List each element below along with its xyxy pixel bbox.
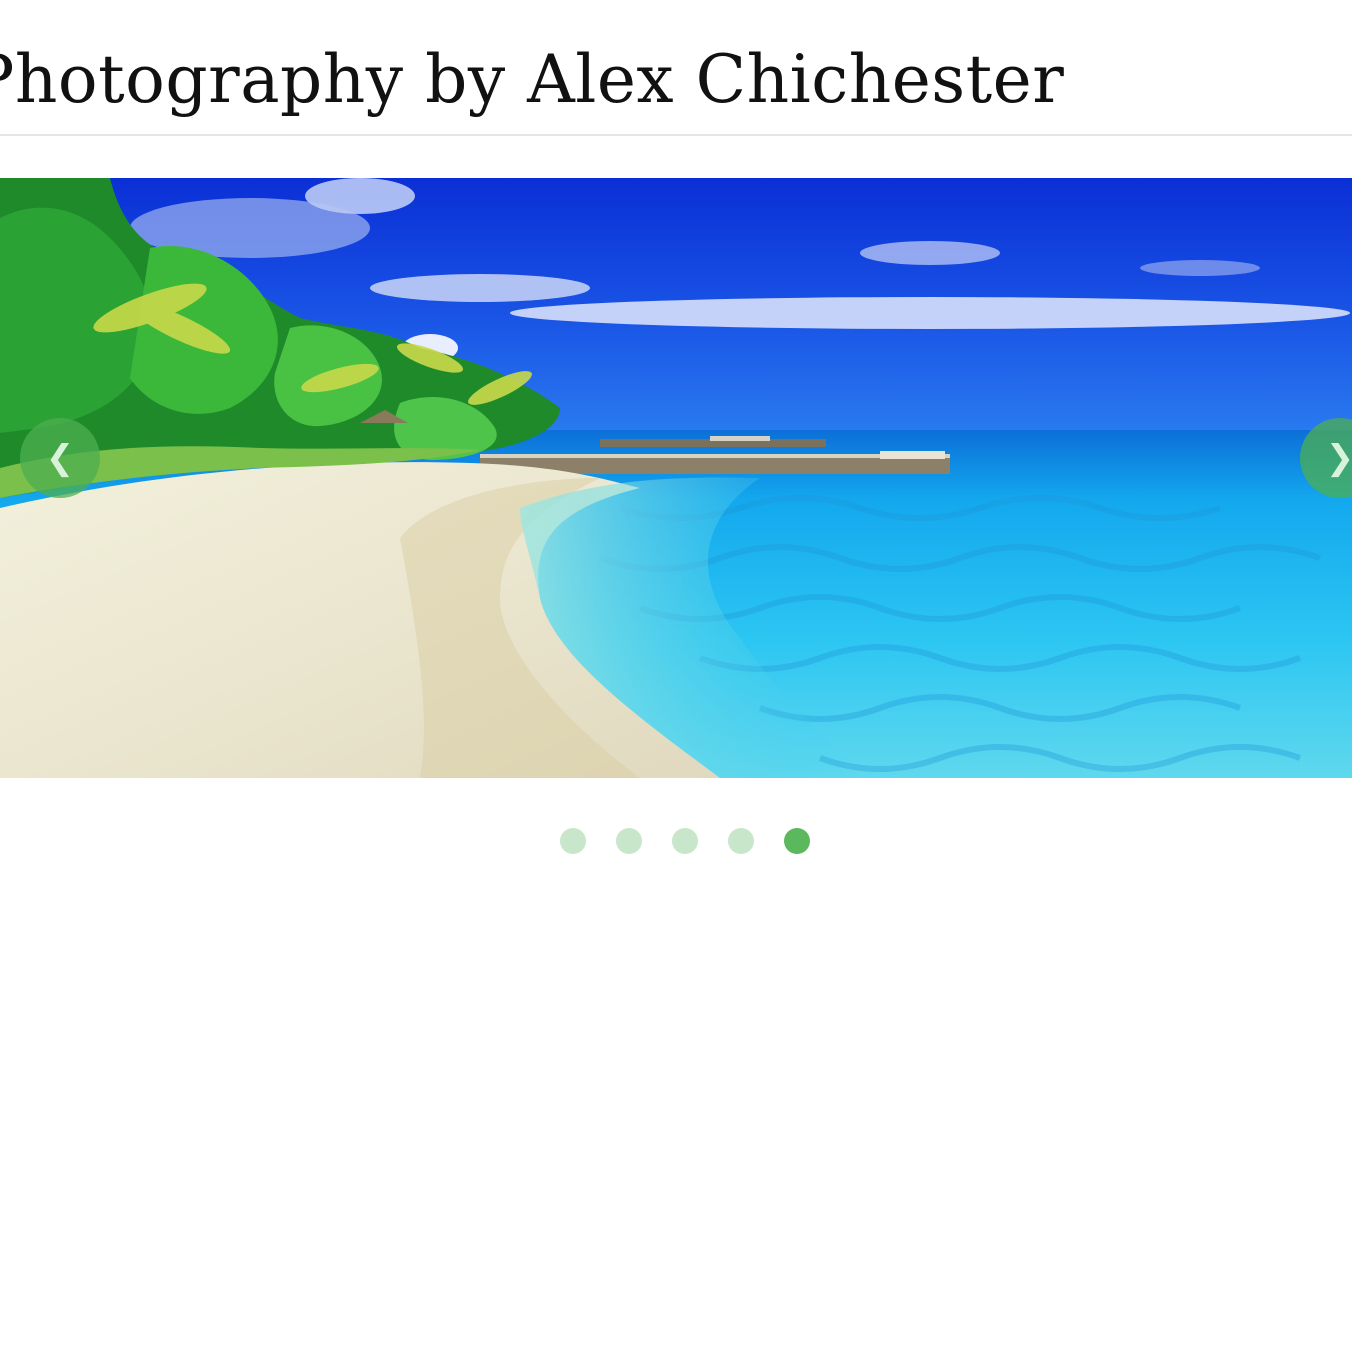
chevron-right-icon: ❯ <box>1325 438 1352 478</box>
slide-dot-4[interactable] <box>728 828 754 854</box>
slide-dot-5[interactable] <box>784 828 810 854</box>
previous-slide-button[interactable]: ❮ <box>20 418 100 498</box>
slide-dot-3[interactable] <box>672 828 698 854</box>
chevron-left-icon: ❮ <box>45 438 75 478</box>
site-header: Photography by Alex Chichester <box>0 0 1352 136</box>
slide-indicator-dots <box>0 828 1352 854</box>
image-carousel: ❮ ❯ <box>0 178 1352 778</box>
beach-photo-slide <box>0 178 1352 778</box>
slide-dot-1[interactable] <box>560 828 586 854</box>
page-title: Photography by Alex Chichester <box>0 41 1065 118</box>
page: Photography by Alex Chichester ❮ ❯ <box>0 0 1352 1352</box>
slide-dot-2[interactable] <box>616 828 642 854</box>
